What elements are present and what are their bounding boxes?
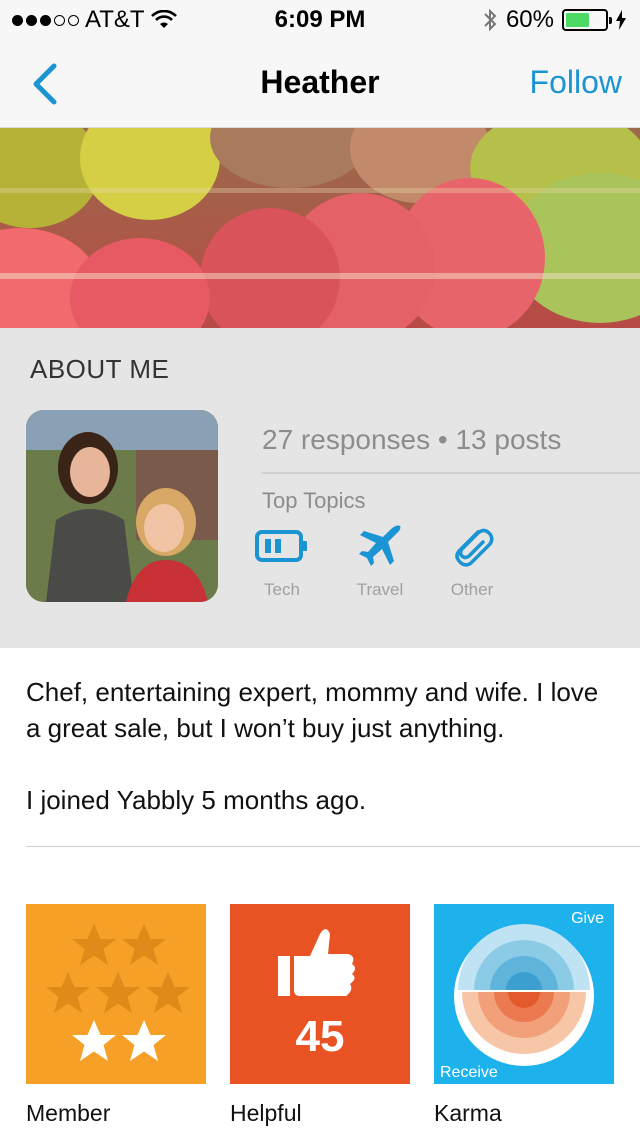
helpful-badge[interactable]: 45 [230, 904, 410, 1084]
battery-icon [562, 9, 612, 31]
cover-photo [0, 128, 640, 328]
divider [262, 472, 640, 474]
topic-label: Tech [264, 580, 300, 599]
bio-text: Chef, entertaining expert, mommy and wif… [26, 677, 599, 743]
bio-section: Chef, entertaining expert, mommy and wif… [0, 648, 640, 854]
joined-text: I joined Yabbly 5 months ago. [26, 785, 367, 815]
helpful-label: Helpful [230, 1100, 302, 1126]
karma-give-label: Give [571, 910, 604, 927]
helpful-count: 45 [295, 1012, 345, 1061]
paperclip-icon [455, 528, 494, 567]
topic-travel[interactable]: Travel [340, 522, 420, 600]
stars-icon [46, 924, 190, 1061]
topic-label: Other [450, 580, 494, 599]
navigation-bar: Heather Follow [0, 40, 640, 128]
topic-other[interactable]: Other [432, 522, 512, 600]
karma-badge[interactable]: Give Receive [434, 904, 614, 1084]
member-badge[interactable] [26, 904, 206, 1084]
follow-button[interactable]: Follow [530, 64, 622, 101]
karma-receive-label: Receive [440, 1064, 498, 1081]
topic-label: Travel [356, 580, 404, 599]
member-label: Member [26, 1100, 111, 1126]
karma-meter-icon [454, 924, 594, 1066]
charging-icon [616, 10, 626, 30]
status-bar: AT&T 6:09 PM 60% [0, 0, 640, 40]
divider [26, 846, 640, 847]
status-right: 60% [482, 6, 626, 34]
profile-stats: 27 responses • 13 posts [262, 424, 562, 455]
karma-label: Karma [434, 1100, 502, 1126]
topic-tech[interactable]: Tech [242, 522, 322, 600]
top-topics-label: Top Topics [262, 488, 366, 513]
about-heading: ABOUT ME [30, 354, 170, 384]
battery-icon [255, 530, 307, 562]
avatar [26, 410, 218, 602]
about-section: ABOUT ME 27 responses • 13 posts Top Top… [0, 328, 640, 648]
battery-percent: 60% [505, 6, 554, 33]
bluetooth-icon [484, 8, 497, 32]
airplane-icon [359, 525, 401, 566]
